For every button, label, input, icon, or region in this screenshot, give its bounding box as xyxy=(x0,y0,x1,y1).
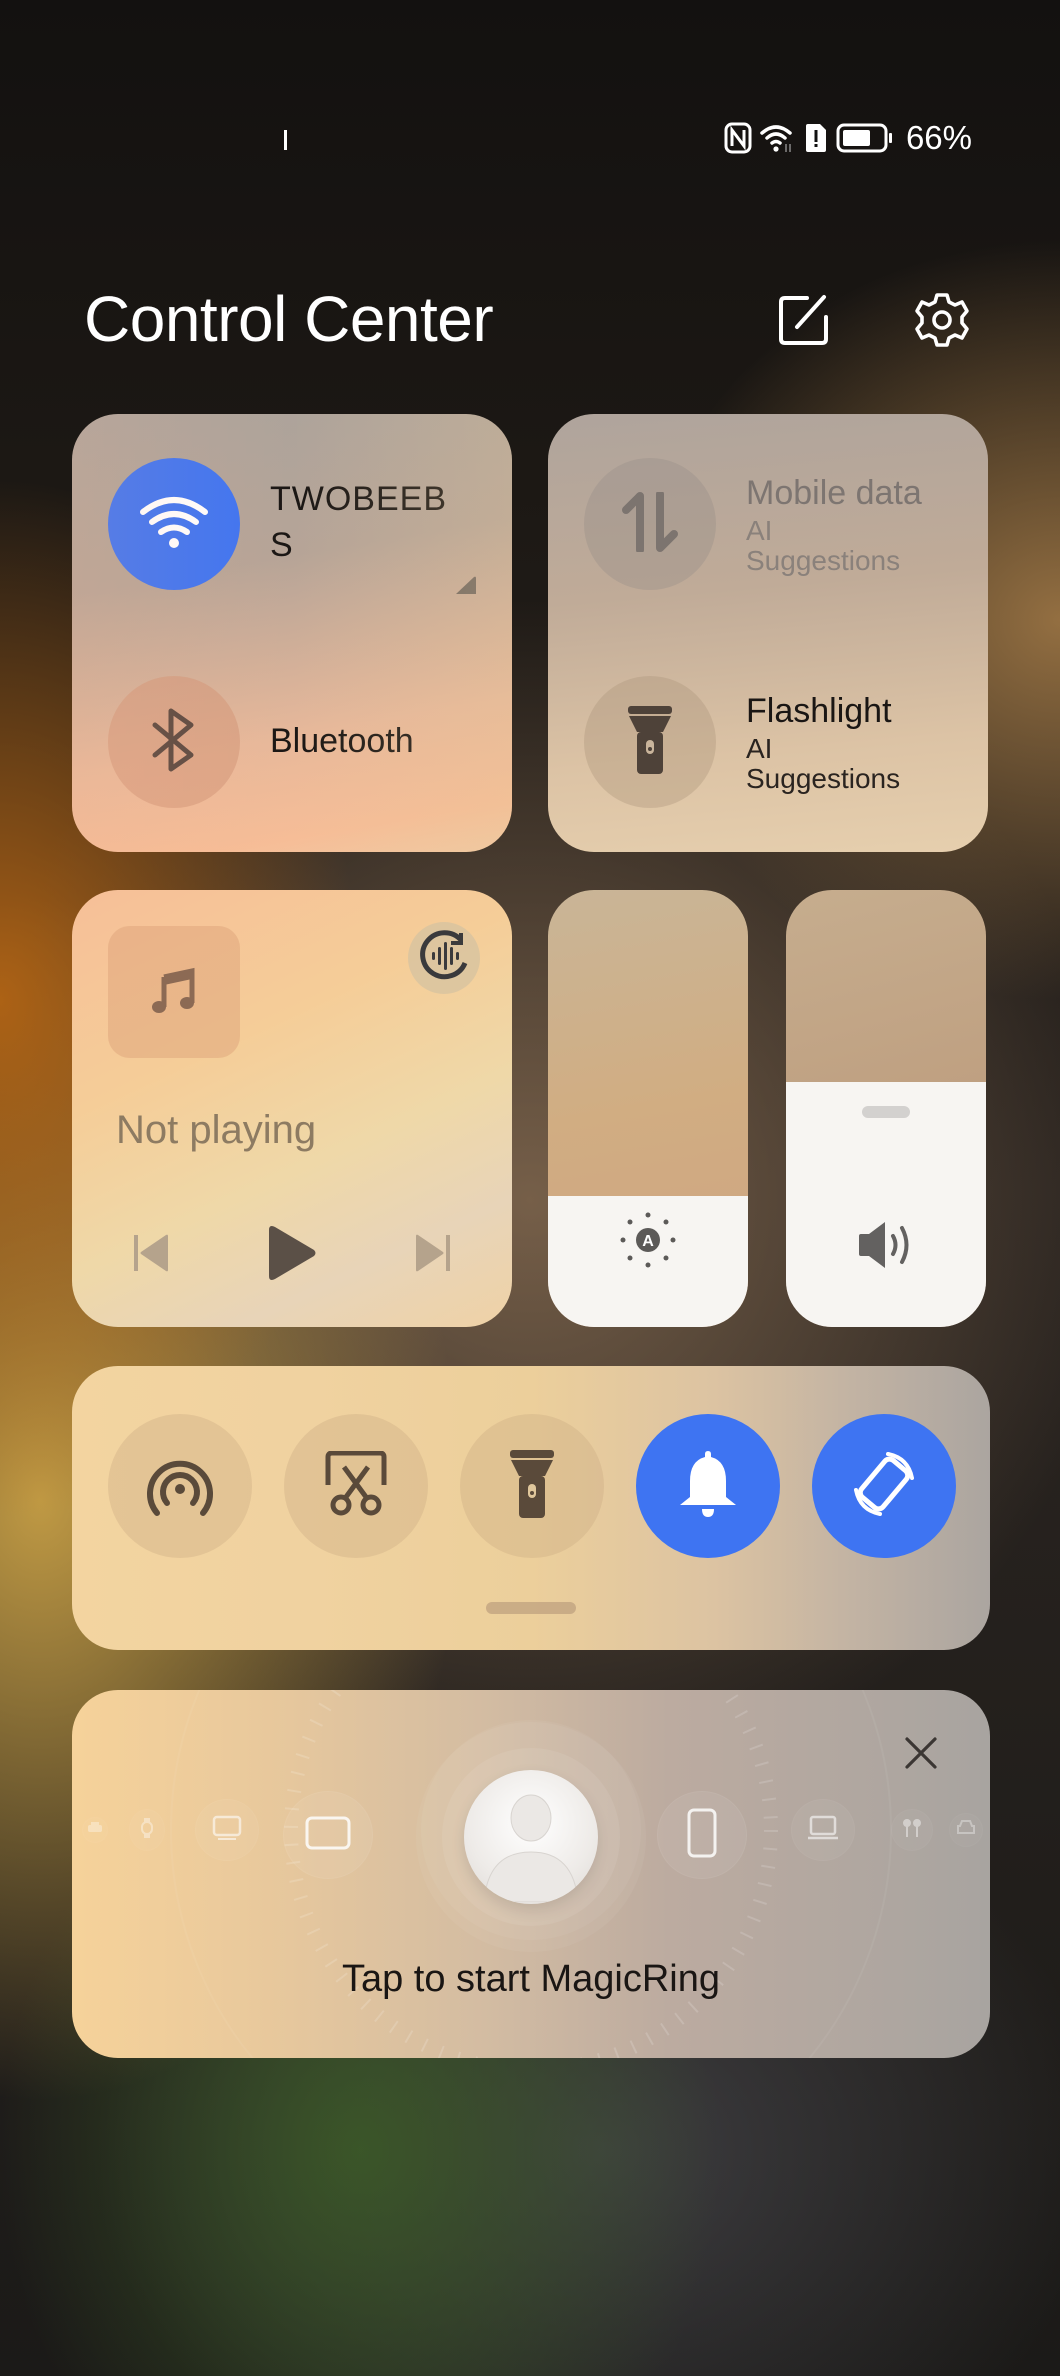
bluetooth-icon xyxy=(149,707,199,778)
device-car[interactable] xyxy=(950,1814,982,1846)
device-tv[interactable] xyxy=(196,1800,258,1860)
close-icon xyxy=(905,1736,937,1774)
phone-icon xyxy=(687,1808,717,1863)
auto-rotate-icon xyxy=(848,1448,920,1525)
audio-output-icon xyxy=(415,927,473,990)
user-avatar[interactable] xyxy=(464,1770,598,1904)
status-bar: 66% xyxy=(0,118,1060,158)
auto-brightness-icon: A xyxy=(618,1210,678,1275)
quick-toggles-card xyxy=(72,1366,990,1650)
album-art[interactable] xyxy=(108,926,240,1058)
volume-handle[interactable] xyxy=(862,1106,910,1119)
magic-ring-card[interactable]: Tap to start MagicRing xyxy=(72,1690,990,2058)
connectivity-card: TWOBEEBS Bluetooth xyxy=(72,414,512,852)
bell-icon xyxy=(678,1449,738,1524)
flashlight-quick-toggle[interactable] xyxy=(460,1414,604,1558)
media-status: Not playing xyxy=(116,1108,317,1152)
flashlight-toggle[interactable] xyxy=(584,676,716,808)
mobile-data-sub: AI Suggestions xyxy=(746,515,901,576)
flashlight-sub: AI Suggestions xyxy=(746,733,901,794)
device-phone[interactable] xyxy=(658,1792,746,1878)
wifi-network-name: TWOBEEBS xyxy=(270,480,448,564)
laptop-icon xyxy=(807,1815,839,1846)
quick-toggles-row xyxy=(108,1414,956,1558)
screenshot-scissors-icon xyxy=(324,1450,388,1522)
magic-ring-caption: Tap to start MagicRing xyxy=(341,1958,721,2000)
status-icons: 66% xyxy=(724,118,972,158)
flashlight-icon xyxy=(627,704,673,781)
wifi-toggle[interactable] xyxy=(108,458,240,590)
battery-percent: 66% xyxy=(905,119,972,156)
play-icon xyxy=(267,1224,317,1287)
status-indicator xyxy=(284,130,287,150)
suggestions-card: Mobile data AI Suggestions Flashlight AI… xyxy=(548,414,988,852)
wifi-icon xyxy=(139,494,209,555)
tv-icon xyxy=(212,1815,242,1846)
device-earbuds[interactable] xyxy=(892,1810,932,1850)
close-button[interactable] xyxy=(896,1730,946,1780)
edit-icon xyxy=(777,293,831,352)
mobile-data-label: Mobile data xyxy=(746,474,922,512)
brightness-slider[interactable]: A xyxy=(548,890,748,1327)
wifi-icon xyxy=(760,122,796,154)
earbuds-icon xyxy=(902,1817,922,1844)
battery-icon xyxy=(836,122,894,154)
play-button[interactable] xyxy=(252,1220,332,1290)
tablet-icon xyxy=(305,1816,351,1855)
svg-text:A: A xyxy=(642,1233,654,1250)
mobile-data-toggle[interactable] xyxy=(584,458,716,590)
bluetooth-tile[interactable]: Bluetooth xyxy=(108,676,414,808)
bluetooth-label: Bluetooth xyxy=(270,722,414,760)
auto-rotate-toggle[interactable] xyxy=(812,1414,956,1558)
device-printer[interactable] xyxy=(83,1818,107,1842)
previous-button[interactable] xyxy=(112,1220,192,1290)
sound-toggle[interactable] xyxy=(636,1414,780,1558)
flashlight-label: Flashlight xyxy=(746,692,892,730)
settings-button[interactable] xyxy=(912,292,972,352)
volume-slider[interactable] xyxy=(786,890,986,1327)
device-watch[interactable] xyxy=(130,1810,164,1850)
volume-level xyxy=(786,1082,986,1327)
device-laptop[interactable] xyxy=(792,1800,854,1860)
next-button[interactable] xyxy=(392,1220,472,1290)
next-icon xyxy=(412,1232,452,1279)
nfc-icon xyxy=(724,122,752,154)
bluetooth-toggle[interactable] xyxy=(108,676,240,808)
edit-button[interactable] xyxy=(774,292,834,352)
watch-icon xyxy=(140,1817,154,1844)
hotspot-icon xyxy=(145,1451,215,1522)
page-indicator[interactable] xyxy=(486,1602,576,1614)
wifi-tile[interactable]: TWOBEEBS xyxy=(108,458,470,590)
wifi-expand-icon[interactable] xyxy=(454,574,478,601)
printer-icon xyxy=(87,1821,103,1840)
page-title: Control Center xyxy=(84,283,494,355)
hotspot-toggle[interactable] xyxy=(108,1414,252,1558)
flashlight-tile[interactable]: Flashlight AI Suggestions xyxy=(584,676,926,808)
sim-alert-icon xyxy=(804,122,828,154)
media-card[interactable]: Not playing xyxy=(72,890,512,1327)
screenshot-toggle[interactable] xyxy=(284,1414,428,1558)
data-arrows-icon xyxy=(622,489,678,557)
gear-icon xyxy=(913,291,971,354)
audio-output-button[interactable] xyxy=(408,922,480,994)
device-tablet[interactable] xyxy=(284,1792,372,1878)
speaker-icon xyxy=(857,1220,915,1275)
mobile-data-tile[interactable]: Mobile data AI Suggestions xyxy=(584,458,926,590)
flashlight-icon xyxy=(509,1448,555,1525)
car-icon xyxy=(957,1819,975,1841)
music-note-icon xyxy=(152,967,196,1018)
user-icon xyxy=(464,1770,598,1904)
previous-icon xyxy=(132,1232,172,1279)
media-controls xyxy=(72,1220,512,1290)
